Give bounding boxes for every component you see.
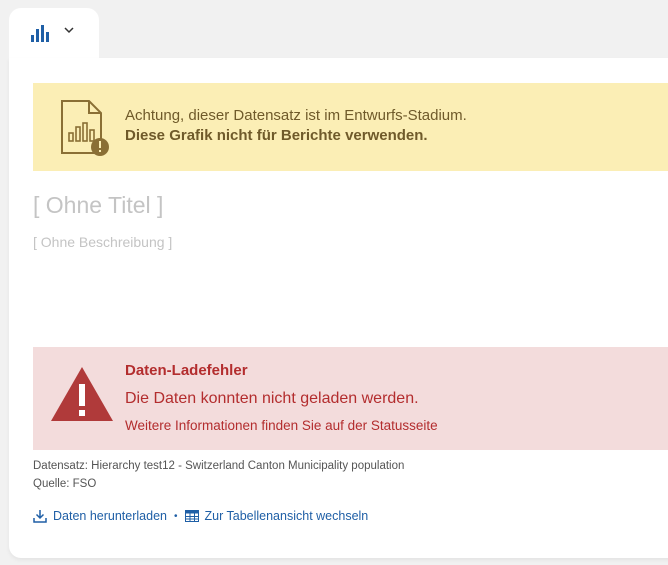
error-title: Daten-Ladefehler — [125, 362, 248, 379]
chart-card: Achtung, dieser Datensatz ist im Entwurf… — [9, 58, 668, 558]
chart-title: [ Ohne Titel ] — [33, 192, 164, 218]
data-load-error-banner: Daten-Ladefehler Die Daten konnten nicht… — [33, 347, 668, 450]
dataset-info: Datensatz: Hierarchy test12 - Switzerlan… — [33, 460, 405, 472]
download-data-link[interactable]: Daten herunterladen — [33, 509, 167, 523]
warning-message: Achtung, dieser Datensatz ist im Entwurf… — [125, 107, 467, 124]
error-message: Die Daten konnten nicht geladen werden. — [125, 390, 419, 407]
table-view-link[interactable]: Zur Tabellenansicht wechseln — [184, 509, 369, 523]
error-more-info-link[interactable]: Weitere Informationen finden Sie auf der… — [125, 418, 438, 433]
table-view-label: Zur Tabellenansicht wechseln — [204, 509, 369, 523]
source-info: Quelle: FSO — [33, 478, 97, 490]
draft-warning-banner: Achtung, dieser Datensatz ist im Entwurf… — [33, 83, 668, 171]
chart-description: [ Ohne Beschreibung ] — [33, 234, 173, 250]
document-chart-warning-icon — [61, 100, 109, 156]
bar-chart-icon — [31, 25, 49, 42]
warning-message-bold: Diese Grafik nicht für Berichte verwende… — [125, 127, 428, 144]
table-icon — [184, 510, 199, 522]
footer-actions: Daten herunterladen • Zur Tabellenansich… — [33, 509, 368, 523]
warning-triangle-icon — [51, 367, 113, 421]
separator-dot: • — [173, 510, 178, 522]
download-icon — [33, 510, 47, 523]
chevron-down-icon — [64, 27, 74, 34]
download-data-label: Daten herunterladen — [53, 509, 167, 523]
